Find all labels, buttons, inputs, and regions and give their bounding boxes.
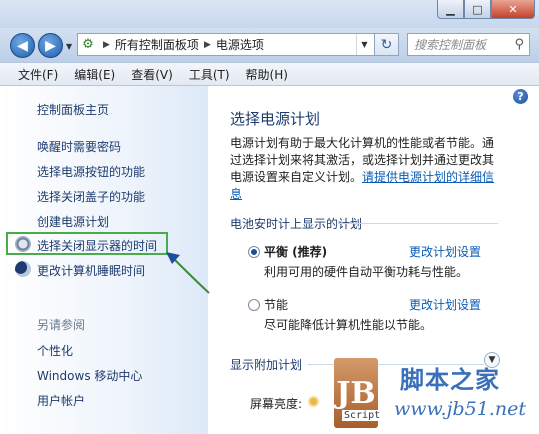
sidebar: 控制面板主页 唤醒时需要密码 选择电源按钮的功能 选择关闭盖子的功能 创建电源计…	[0, 86, 208, 434]
control-panel-icon: ⚙	[82, 37, 94, 52]
sidebar-item-sleep-time[interactable]: 更改计算机睡眠时间	[37, 262, 145, 279]
menu-file[interactable]: 文件(F)	[10, 66, 66, 83]
page-description: 电源计划有助于最大化计算机的性能或者节能。通过选择计划来将其激活，或选择计划并通…	[230, 135, 502, 203]
page-title: 选择电源计划	[230, 110, 321, 128]
sidebar-item-home[interactable]: 控制面板主页	[37, 101, 109, 118]
search-box[interactable]: ⚲	[407, 33, 530, 56]
menu-view[interactable]: 查看(V)	[123, 66, 181, 83]
address-dropdown-icon[interactable]: ▼	[356, 34, 372, 55]
minimize-button[interactable]: ▁	[437, 0, 464, 19]
breadcrumb-power-options[interactable]: 电源选项	[216, 36, 264, 53]
plan-desc-power-saver: 尽可能降低计算机性能以节能。	[264, 318, 433, 332]
sidebar-item-personalize[interactable]: 个性化	[37, 342, 73, 359]
brightness-label: 屏幕亮度:	[250, 397, 303, 411]
search-input[interactable]	[414, 37, 506, 52]
watermark-site-name: 脚本之家	[400, 366, 500, 394]
change-plan-link-balanced[interactable]: 更改计划设置	[409, 243, 481, 260]
breadcrumb-separator-icon[interactable]: ▶	[204, 40, 211, 50]
menu-edit[interactable]: 编辑(E)	[66, 66, 123, 83]
group-divider	[338, 223, 498, 224]
plan-name-power-saver[interactable]: 节能	[264, 296, 288, 313]
see-also-heading: 另请参阅	[37, 318, 86, 332]
sidebar-item-display-off[interactable]: 选择关闭显示器的时间	[37, 237, 157, 254]
clock-icon	[15, 236, 31, 252]
maximize-button[interactable]: □	[464, 0, 491, 19]
menu-help[interactable]: 帮助(H)	[238, 66, 296, 83]
plan-desc-balanced: 利用可用的硬件自动平衡功耗与性能。	[264, 265, 469, 279]
window-controls: ▁ □ ✕	[437, 0, 535, 19]
sidebar-item-wake-password[interactable]: 唤醒时需要密码	[37, 138, 121, 155]
brightness-icon	[308, 396, 319, 407]
close-button[interactable]: ✕	[491, 0, 535, 19]
sidebar-item-power-button[interactable]: 选择电源按钮的功能	[37, 163, 145, 180]
breadcrumb-all-items[interactable]: 所有控制面板项	[115, 36, 199, 53]
watermark-url: www.jb51.net	[394, 398, 526, 420]
breadcrumb-separator-icon[interactable]: ▶	[103, 40, 110, 50]
forward-button[interactable]: ▶	[38, 33, 63, 58]
change-plan-link-power-saver[interactable]: 更改计划设置	[409, 296, 481, 313]
help-icon[interactable]: ?	[513, 89, 528, 104]
navigation-bar: ◀ ▶ ▼ ⚙ ▶ 所有控制面板项 ▶ 电源选项 ▼ ↻ ⚲	[0, 28, 539, 62]
sidebar-item-mobility-center[interactable]: Windows 移动中心	[37, 367, 142, 384]
sidebar-item-lid-close[interactable]: 选择关闭盖子的功能	[37, 188, 145, 205]
menu-bar: 文件(F) 编辑(E) 查看(V) 工具(T) 帮助(H)	[0, 62, 539, 86]
watermark-script-label: Script	[342, 410, 383, 421]
title-bar: ▁ □ ✕	[0, 0, 539, 28]
plan-name-balanced[interactable]: 平衡 (推荐)	[264, 243, 327, 260]
sidebar-item-user-accounts[interactable]: 用户帐户	[37, 392, 85, 409]
address-bar[interactable]: ⚙ ▶ 所有控制面板项 ▶ 电源选项 ▼	[77, 33, 399, 56]
moon-icon	[15, 261, 31, 277]
plan-radio-power-saver[interactable]	[248, 299, 260, 311]
refresh-button[interactable]: ↻	[374, 33, 399, 56]
search-icon[interactable]: ⚲	[514, 37, 524, 52]
history-dropdown-icon[interactable]: ▼	[66, 42, 72, 51]
plan-radio-balanced[interactable]	[248, 246, 260, 258]
menu-tools[interactable]: 工具(T)	[181, 66, 238, 83]
group-heading-additional-plans[interactable]: 显示附加计划	[230, 356, 302, 373]
watermark: JB Script 脚本之家 www.jb51.net	[330, 352, 539, 434]
sidebar-item-create-plan[interactable]: 创建电源计划	[37, 213, 109, 230]
back-button[interactable]: ◀	[10, 33, 35, 58]
